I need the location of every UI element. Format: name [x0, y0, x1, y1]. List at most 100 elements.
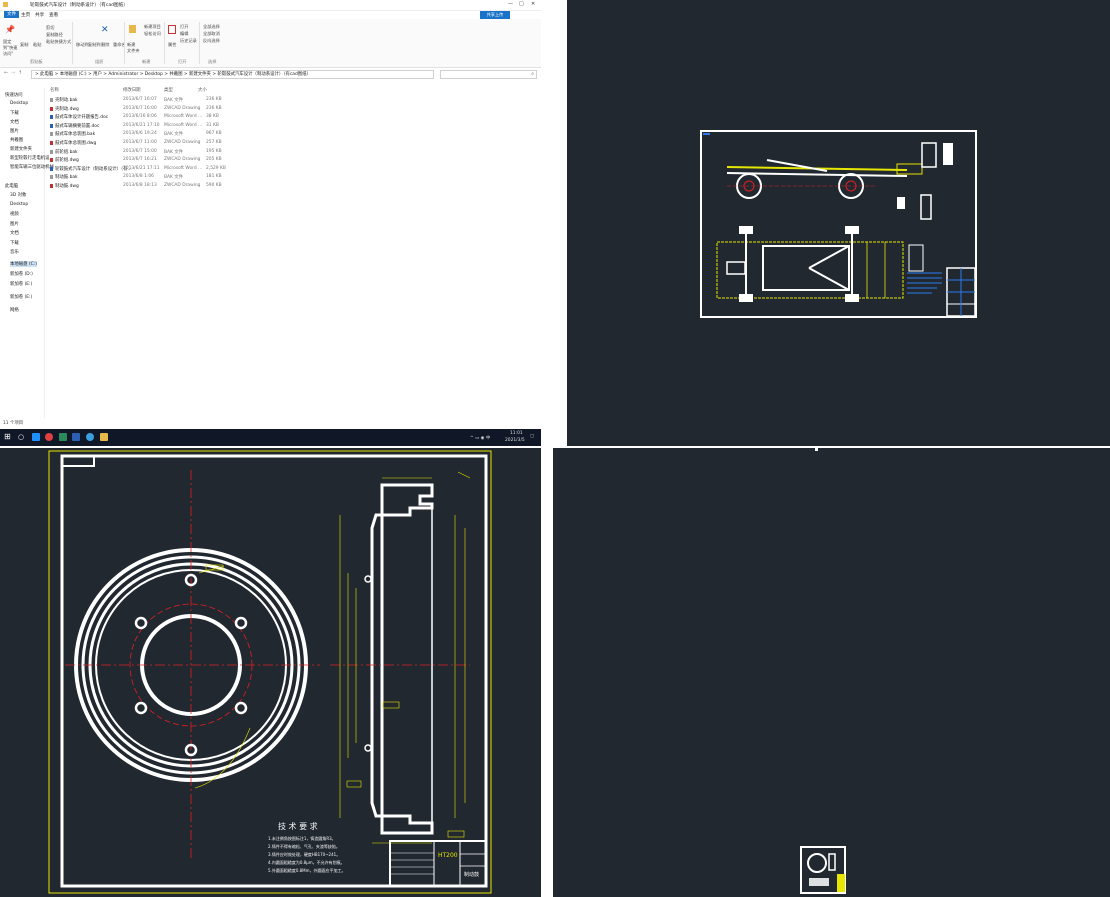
open-button[interactable]: 打开 — [180, 24, 188, 30]
file-row[interactable]: 前轮组.bak 2013/6/7 15:00 BAK 文件 195 KB — [48, 149, 268, 157]
address-bar[interactable]: > 此电脑 > 本地磁盘 (C:) > 用户 > Administrator >… — [31, 70, 434, 79]
cad-overview-viewport[interactable] — [553, 448, 1110, 897]
back-icon[interactable]: ← — [4, 70, 8, 76]
app-icon-edge[interactable] — [86, 433, 94, 441]
status-text: 11 个项目 — [3, 421, 24, 426]
tab-share[interactable]: 共享 — [35, 12, 44, 18]
share-upload-button[interactable]: 共享上传 — [480, 11, 510, 19]
nav-item[interactable]: 网络 — [10, 307, 19, 313]
select-all-button[interactable]: 全部选择 — [203, 24, 220, 30]
notification-icon[interactable]: ▢ — [530, 434, 534, 439]
nav-item[interactable]: 视频 — [10, 211, 19, 217]
new-folder-button[interactable]: 新建 文件夹 — [127, 42, 140, 54]
easy-access-button[interactable]: 轻松访问 — [144, 31, 161, 37]
app-icon-browser[interactable] — [32, 433, 40, 441]
file-row[interactable]: 鼓式车体总装图.dwg 2013/6/7 11:00 ZWCAD Drawing 25… — [48, 140, 268, 148]
nav-item[interactable]: 共羲图 — [10, 137, 23, 143]
search-input[interactable]: ⌕ — [440, 70, 537, 79]
cut-button[interactable]: 剪切 — [46, 25, 54, 31]
column-size[interactable]: 大小 — [198, 87, 207, 93]
paste-shortcut-button[interactable]: 粘贴快捷方式 — [46, 39, 71, 45]
nav-item[interactable]: 此电脑 — [5, 183, 18, 189]
divider — [72, 22, 73, 64]
file-row[interactable]: 前轮组.dwg 2013/6/7 16:21 ZWCAD Drawing 205 KB — [48, 157, 268, 165]
invert-selection-button[interactable]: 反向选择 — [203, 38, 220, 44]
file-name: 前轮组.dwg — [55, 158, 79, 164]
file-type: BAK 文件 — [164, 132, 184, 138]
tab-file[interactable]: 文件 — [4, 11, 20, 18]
edit-button[interactable]: 编辑 — [180, 31, 188, 37]
nav-item[interactable]: 文档 — [10, 230, 19, 236]
file-row[interactable]: 制动鼓.bak 2013/6/8 1:06 BAK 文件 181 KB — [48, 174, 268, 182]
properties-button[interactable]: 属性 — [168, 42, 176, 48]
move-to-button[interactable]: 移动到 — [76, 42, 89, 48]
nav-item[interactable]: 新加卷 (D:) — [10, 271, 33, 277]
nav-item[interactable]: 3D 对象 — [10, 192, 26, 198]
nav-item[interactable]: 本地磁盘 (C:) — [10, 261, 37, 267]
close-button[interactable]: ✕ — [531, 1, 535, 7]
copy-path-button[interactable]: 复制路径 — [46, 32, 63, 38]
sheet-border — [48, 450, 492, 894]
tab-home[interactable]: 主页 — [21, 12, 30, 18]
column-type[interactable]: 类型 — [164, 87, 173, 93]
column-name[interactable]: 名称 — [50, 87, 59, 93]
folder-icon — [3, 2, 8, 7]
app-icon-explorer[interactable] — [100, 433, 108, 441]
search-icon[interactable]: ○ — [18, 433, 26, 441]
nav-item[interactable]: 图片 — [10, 128, 19, 134]
detail-part — [943, 143, 953, 165]
nav-item[interactable]: 图片 — [10, 221, 19, 227]
tab-view[interactable]: 查看 — [49, 12, 58, 18]
file-row[interactable]: 鼓式车体设计开题报告.doc 2013/6/16 8:06 Microsoft Wo… — [48, 114, 268, 122]
select-none-button[interactable]: 全部取消 — [203, 31, 220, 37]
file-type: ZWCAD Drawing — [164, 157, 201, 163]
file-row[interactable]: 鼓式车体总装图.bak 2013/6/6 19:24 BAK 文件 967 KB — [48, 131, 268, 139]
app-icon-chrome[interactable] — [45, 433, 53, 441]
file-row[interactable]: 制动鼓.dwg 2013/6/8 18:13 ZWCAD Drawing 590 KB — [48, 183, 268, 191]
nav-item[interactable]: 新加卷 (E:) — [10, 294, 32, 300]
nav-item[interactable]: Desktop — [10, 101, 28, 106]
file-name: 壳制动.dwg — [55, 106, 79, 112]
tray-icons[interactable]: ^ ▭ ◉ 中 — [470, 435, 490, 441]
nav-item[interactable]: 新加卷 (E:) — [10, 281, 32, 287]
delete-button[interactable]: 删除 — [101, 42, 109, 48]
maximize-button[interactable]: □ — [519, 1, 524, 7]
nav-item[interactable]: 新建文件夹 — [10, 146, 32, 152]
properties-icon — [168, 25, 176, 34]
nav-item[interactable]: 文档 — [10, 119, 19, 125]
copy-button[interactable]: 复制 — [20, 42, 28, 48]
file-row[interactable]: 壳制动.dwg 2013/6/7 16:00 ZWCAD Drawing 236 KB — [48, 106, 268, 114]
file-size: 38 KB — [206, 114, 219, 120]
minimize-button[interactable]: — — [508, 1, 513, 7]
nav-item[interactable]: 新型轮毂行走电机设 — [10, 155, 50, 161]
paste-button[interactable]: 粘贴 — [33, 42, 41, 48]
file-size: 195 KB — [206, 148, 222, 154]
mini-notes — [809, 878, 829, 886]
history-button[interactable]: 历史记录 — [180, 38, 197, 44]
app-icon-word[interactable] — [72, 433, 80, 441]
file-row[interactable]: 壳制动.bak 2013/6/7 16:07 BAK 文件 236 KB — [48, 97, 268, 105]
file-size: 205 KB — [206, 157, 222, 163]
start-icon[interactable]: ⊞ — [4, 433, 12, 441]
file-row[interactable]: 鼓式车辆摘要前置.doc 2013/6/21 17:10 Microsoft Wor… — [48, 123, 268, 131]
detail-part — [897, 197, 905, 209]
new-item-button[interactable]: 新建项目 — [144, 24, 161, 30]
file-date: 2013/6/7 15:00 — [123, 148, 157, 154]
cad-assembly-viewport[interactable] — [567, 0, 1110, 446]
copy-to-button[interactable]: 复制到 — [88, 42, 101, 48]
pin-quick-access-button[interactable]: 固定到"快速访问" — [3, 39, 19, 57]
nav-item[interactable]: 下载 — [10, 240, 19, 246]
up-icon[interactable]: ↑ — [18, 70, 22, 76]
nav-item[interactable]: 下载 — [10, 110, 19, 116]
file-date: 2013/6/7 16:21 — [123, 157, 157, 163]
nav-item[interactable]: 音乐 — [10, 249, 19, 255]
nav-item[interactable]: 快速访问 — [5, 92, 23, 98]
file-explorer-window: 轮毂鼓式汽车设计（制动系设计）（有cad图纸） — □ ✕ 文件 主页 共享 查… — [0, 0, 541, 446]
app-icon-excel[interactable] — [59, 433, 67, 441]
forward-icon[interactable]: → — [11, 70, 15, 76]
clock-date: 2021/3/5 — [505, 438, 525, 443]
file-row[interactable]: 轮毂鼓式汽车设计（制动系设计）（有... 2013/6/21 17:11 Micro… — [48, 166, 268, 174]
cad-brake-drum-viewport[interactable]: 技 术 要 求 1.未注倒角按图标注1，铸造圆角R3。 2.铸件不得有缩松、气孔… — [0, 448, 541, 897]
nav-item[interactable]: Desktop — [10, 202, 28, 207]
column-date[interactable]: 修改日期 — [123, 87, 141, 93]
